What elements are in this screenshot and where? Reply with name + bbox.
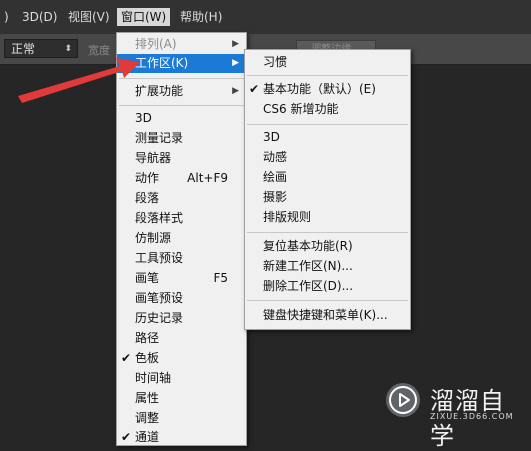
watermark: 溜溜自学 ZIXUE.3D66.COM — [386, 378, 526, 450]
watermark-url: ZIXUE.3D66.COM — [430, 412, 514, 421]
play-logo-icon — [386, 383, 420, 417]
play-logo-graphic — [389, 386, 417, 414]
annotation-arrow-shape — [18, 58, 140, 103]
